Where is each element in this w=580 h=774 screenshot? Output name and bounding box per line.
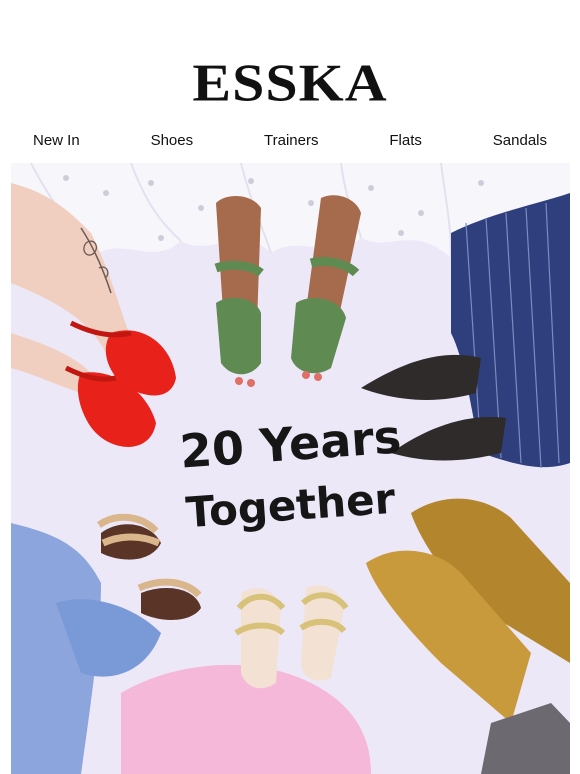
- nav-item-sandals[interactable]: Sandals: [493, 132, 547, 149]
- nav-item-flats[interactable]: Flats: [389, 132, 422, 149]
- hero-illustration[interactable]: 20 Years Together: [11, 163, 570, 774]
- nav-item-shoes[interactable]: Shoes: [151, 132, 194, 149]
- nav-item-trainers[interactable]: Trainers: [264, 132, 318, 149]
- nav-item-new-in[interactable]: New In: [33, 132, 80, 149]
- main-nav: New In Shoes Trainers Flats Sandals: [0, 128, 580, 152]
- logo-container: ESSKA: [0, 52, 580, 114]
- brand-logo[interactable]: ESSKA: [192, 56, 387, 109]
